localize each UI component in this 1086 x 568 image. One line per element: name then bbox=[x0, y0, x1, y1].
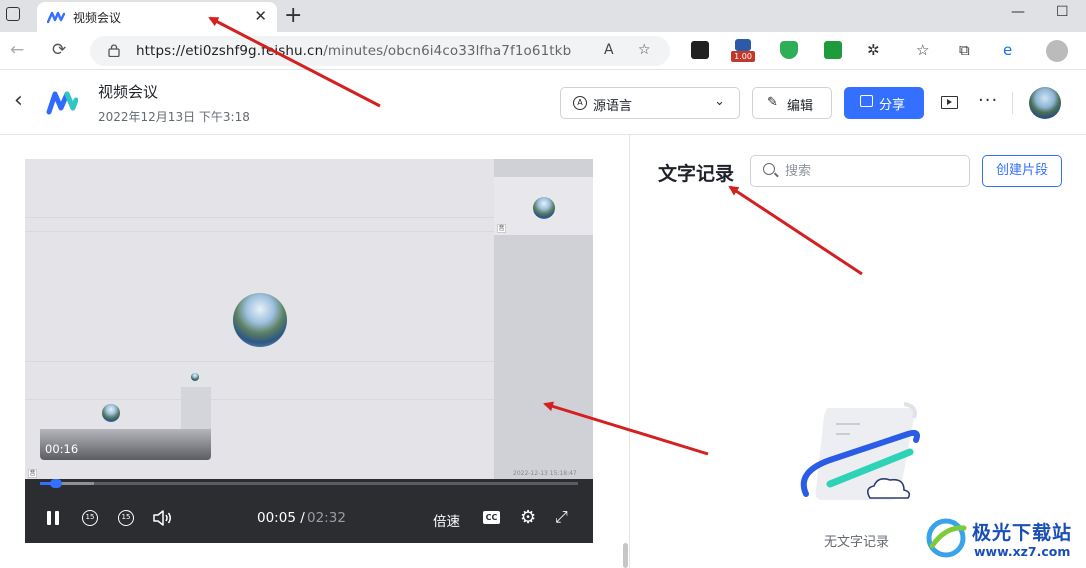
favorites-icon[interactable]: ☆ bbox=[916, 41, 929, 59]
tab-close-icon[interactable]: ✕ bbox=[254, 7, 267, 25]
shield-extension-icon[interactable] bbox=[780, 41, 798, 59]
new-tab-icon[interactable]: + bbox=[284, 3, 302, 28]
fullscreen-icon[interactable]: ⤢ bbox=[555, 507, 568, 527]
header-divider bbox=[1012, 92, 1013, 114]
more-icon[interactable]: ··· bbox=[978, 90, 998, 111]
total-time: 02:32 bbox=[307, 510, 346, 526]
watermark-name: 极光下载站 bbox=[972, 522, 1073, 544]
transcript-title: 文字记录 bbox=[658, 163, 735, 185]
forward-15-icon[interactable]: 15 bbox=[118, 510, 134, 526]
favorite-add-icon[interactable]: ☆ bbox=[638, 42, 651, 58]
extension-badge: 1.00 bbox=[731, 51, 755, 62]
search-input[interactable] bbox=[785, 161, 960, 181]
back-arrow-icon[interactable]: ‹ bbox=[14, 88, 23, 113]
tab-actions-icon[interactable] bbox=[6, 7, 20, 21]
edit-button[interactable]: ✎ 编辑 bbox=[752, 87, 832, 119]
share-button[interactable]: 分享 bbox=[844, 87, 924, 119]
chevron-down-icon: ⌄ bbox=[714, 94, 725, 109]
empty-transcript-text: 无文字记录 bbox=[824, 535, 890, 550]
edit-label: 编辑 bbox=[787, 99, 814, 114]
tab-title: 视频会议 bbox=[73, 11, 122, 25]
volume-icon[interactable] bbox=[152, 509, 172, 527]
watermark-logo-icon bbox=[926, 518, 967, 558]
browser-toolbar: ← ⟳ https://eti0zshf9g.feishu.cn/minutes… bbox=[0, 32, 1086, 70]
extension-icon-1[interactable] bbox=[691, 41, 709, 59]
pane-divider[interactable] bbox=[629, 135, 630, 568]
extension-icon-4[interactable] bbox=[824, 41, 842, 59]
profile-avatar[interactable] bbox=[1046, 40, 1068, 62]
back-nav-icon[interactable]: ← bbox=[10, 40, 24, 60]
video-gridline bbox=[25, 361, 494, 362]
url-text[interactable]: https://eti0zshf9g.feishu.cn/minutes/obc… bbox=[136, 43, 571, 59]
empty-transcript-illustration bbox=[800, 402, 920, 500]
browser-tab-bar: 视频会议 ✕ + — ☐ bbox=[0, 0, 1086, 32]
lock-share-icon bbox=[860, 95, 873, 107]
site-watermark: 极光下载站 www.xz7.com bbox=[924, 512, 1084, 566]
reload-icon[interactable]: ⟳ bbox=[52, 40, 66, 60]
collections-icon[interactable]: ⧉ bbox=[959, 41, 970, 59]
address-bar[interactable]: https://eti0zshf9g.feishu.cn/minutes/obc… bbox=[90, 36, 670, 66]
read-aloud-icon[interactable]: A bbox=[604, 42, 614, 58]
minimize-icon[interactable]: — bbox=[1011, 4, 1025, 20]
video-gridline bbox=[25, 231, 494, 232]
speaker-avatar bbox=[233, 293, 287, 347]
language-select-value: 源语言 bbox=[593, 99, 633, 114]
lock-icon bbox=[108, 44, 120, 57]
tile-audio-label-bottom: 音 bbox=[28, 469, 37, 478]
user-avatar[interactable] bbox=[1029, 87, 1061, 119]
captions-icon[interactable]: CC bbox=[483, 511, 500, 524]
present-icon[interactable] bbox=[941, 96, 958, 109]
progress-track[interactable] bbox=[40, 482, 578, 485]
search-icon bbox=[763, 163, 775, 175]
tile-audio-label: 音 bbox=[497, 224, 506, 233]
video-gridline bbox=[25, 399, 494, 400]
watermark-url: www.xz7.com bbox=[974, 544, 1071, 559]
share-label: 分享 bbox=[879, 98, 906, 113]
create-clip-button[interactable]: 创建片段 bbox=[982, 155, 1062, 187]
meeting-title: 视频会议 bbox=[98, 83, 159, 101]
extensions-puzzle-icon[interactable]: ✲ bbox=[867, 41, 880, 59]
mini-avatar bbox=[191, 373, 199, 381]
language-select[interactable]: A 源语言 ⌄ bbox=[560, 87, 740, 119]
scrollbar-thumb[interactable] bbox=[623, 543, 628, 568]
progress-handle[interactable] bbox=[50, 479, 62, 488]
participant-avatar bbox=[533, 197, 555, 219]
translate-icon: A bbox=[573, 96, 587, 110]
browser-tab[interactable]: 视频会议 ✕ bbox=[37, 2, 277, 32]
video-controls: 15 15 00:05 / 02:32 倍速 CC ⚙ ⤢ bbox=[25, 479, 593, 543]
app-header: ‹ 视频会议 2022年12月13日 下午3:18 A 源语言 ⌄ ✎ 编辑 分… bbox=[0, 70, 1086, 135]
video-timestamp-overlay: 2022-12-13 15:18:47 bbox=[513, 470, 577, 477]
feishu-minutes-icon bbox=[47, 11, 65, 24]
transcript-search[interactable] bbox=[750, 155, 970, 187]
maximize-icon[interactable]: ☐ bbox=[1056, 4, 1069, 20]
annotation-arrow-transcript bbox=[728, 185, 863, 276]
video-gridline bbox=[25, 217, 494, 218]
participant-avatar-small bbox=[102, 404, 120, 422]
edge-icon[interactable]: e bbox=[1003, 41, 1012, 59]
extension-icon-2[interactable] bbox=[735, 39, 751, 51]
meeting-date: 2022年12月13日 下午3:18 bbox=[98, 110, 250, 124]
pencil-icon: ✎ bbox=[767, 95, 778, 110]
seek-preview-time: 00:16 bbox=[45, 442, 79, 456]
current-time: 00:05 / bbox=[257, 510, 305, 526]
settings-gear-icon[interactable]: ⚙ bbox=[520, 507, 536, 528]
rewind-15-icon[interactable]: 15 bbox=[82, 510, 98, 526]
playback-speed-button[interactable]: 倍速 bbox=[433, 510, 460, 530]
feishu-minutes-logo-icon bbox=[46, 91, 78, 115]
